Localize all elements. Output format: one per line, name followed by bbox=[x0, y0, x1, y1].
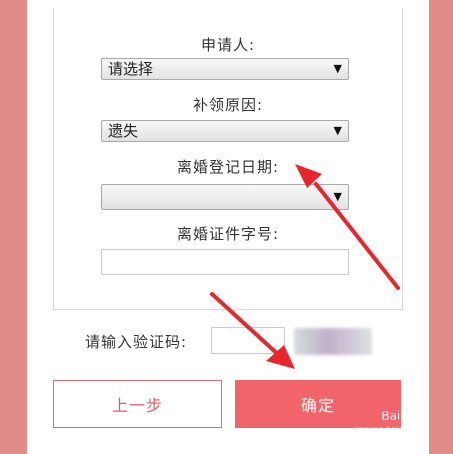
applicant-label: 申请人: bbox=[200, 36, 256, 54]
applicant-select-value: 请选择 bbox=[108, 60, 154, 78]
right-side-panel bbox=[429, 0, 453, 454]
certificate-number-input[interactable] bbox=[101, 249, 349, 275]
divorce-date-select[interactable]: ▼ bbox=[101, 184, 349, 210]
caret-down-icon: ▼ bbox=[333, 124, 342, 137]
caret-down-icon: ▼ bbox=[333, 190, 342, 203]
applicant-select[interactable]: 请选择 ▼ bbox=[101, 58, 349, 80]
prev-step-button[interactable]: 上一步 bbox=[53, 380, 222, 428]
reissue-reason-select[interactable]: 遗失 ▼ bbox=[101, 120, 349, 142]
captcha-label: 请输入验证码: bbox=[85, 333, 188, 351]
watermark-text: Bai 经验 bbox=[381, 409, 428, 423]
divorce-date-label: 离婚登记日期: bbox=[176, 158, 280, 176]
watermark-sub: jingyan.baidu.com bbox=[354, 425, 428, 434]
reissue-reason-select-value: 遗失 bbox=[108, 122, 139, 140]
reissue-reason-label: 补领原因: bbox=[192, 96, 264, 114]
left-side-panel bbox=[0, 0, 27, 454]
caret-down-icon: ▼ bbox=[333, 62, 342, 75]
certificate-number-label: 离婚证件字号: bbox=[176, 225, 280, 243]
watermark: Bai 经验 jingyan.baidu.com bbox=[354, 410, 428, 436]
form-card: 申请人: 请选择 ▼ 补领原因: 遗失 ▼ 离婚登记日期: ▼ 离婚证件字号: bbox=[53, 8, 403, 310]
captcha-input[interactable] bbox=[211, 327, 285, 354]
captcha-image[interactable] bbox=[294, 328, 372, 355]
